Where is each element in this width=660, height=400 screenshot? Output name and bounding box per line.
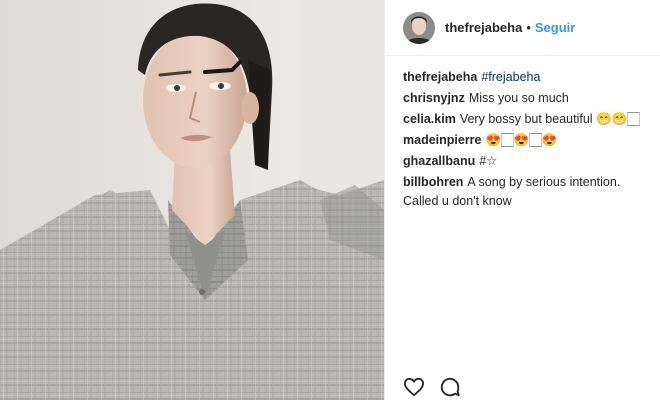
instagram-post: thefrejabeha • Seguir thefrejabeha #freja… xyxy=(0,0,660,400)
comment-item: billbohren A song by serious intention. C… xyxy=(403,173,647,211)
post-photo[interactable] xyxy=(0,0,384,400)
comment-item: thefrejabeha #frejabeha xyxy=(403,68,647,87)
comment-username[interactable]: thefrejabeha xyxy=(403,70,477,84)
comment-username[interactable]: billbohren xyxy=(403,175,463,189)
comment-username[interactable]: ghazallbanu xyxy=(403,154,475,168)
comment-bubble-icon xyxy=(440,377,460,397)
comment-text: 😍🏻😍🏻😍 xyxy=(485,133,558,147)
comment-username[interactable]: madeinpierre xyxy=(403,133,482,147)
comment-item: celia.kim Very bossy but beautiful 😁😁🏻 xyxy=(403,110,647,129)
comment-button[interactable] xyxy=(439,376,461,398)
post-actions xyxy=(403,376,461,398)
comment-item: ghazallbanu #☆ xyxy=(403,152,647,171)
comments-list: thefrejabeha #frejabeha chrisnyjnz Miss yo… xyxy=(403,68,647,213)
comment-username[interactable]: celia.kim xyxy=(403,112,456,126)
comment-hashtag[interactable]: #frejabeha xyxy=(481,70,540,84)
portrait-illustration xyxy=(0,0,384,400)
like-button[interactable] xyxy=(403,376,425,398)
post-sidebar: thefrejabeha • Seguir thefrejabeha #freja… xyxy=(384,0,660,400)
comment-username[interactable]: chrisnyjnz xyxy=(403,91,465,105)
comment-item: chrisnyjnz Miss you so much xyxy=(403,89,647,108)
separator-dot: • xyxy=(526,20,531,35)
comment-item: madeinpierre 😍🏻😍🏻😍 xyxy=(403,131,647,150)
avatar-image-icon xyxy=(403,11,435,44)
comment-text: #☆ xyxy=(479,154,498,168)
heart-icon xyxy=(403,377,425,397)
follow-button[interactable]: Seguir xyxy=(535,20,575,35)
avatar[interactable] xyxy=(403,11,435,44)
comment-text: Very bossy but beautiful 😁😁🏻 xyxy=(459,112,640,126)
post-header: thefrejabeha • Seguir xyxy=(385,0,660,56)
author-username[interactable]: thefrejabeha xyxy=(445,20,522,35)
comment-text: Miss you so much xyxy=(468,91,569,105)
